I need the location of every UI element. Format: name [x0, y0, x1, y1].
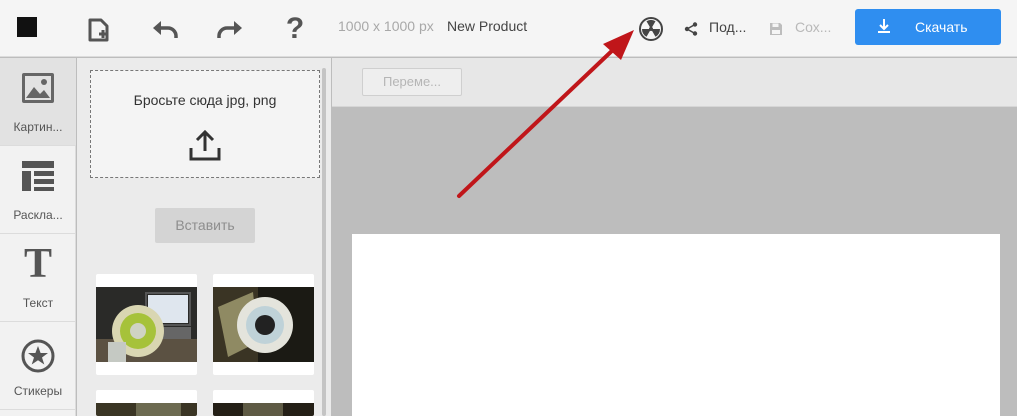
help-icon[interactable]: ? — [280, 0, 310, 57]
redo-icon[interactable] — [213, 0, 247, 57]
panel-scrollbar[interactable] — [322, 68, 326, 416]
dropzone-text: Бросьте сюда jpg, png — [133, 92, 277, 108]
save-disk-icon[interactable] — [768, 0, 784, 57]
text-icon: T — [23, 241, 52, 287]
image-thumbnail[interactable] — [96, 274, 197, 375]
radioactive-icon[interactable] — [636, 0, 666, 57]
tool-images-label: Картин... — [13, 120, 63, 134]
tool-stickers[interactable]: Стикеры — [0, 322, 76, 410]
move-button[interactable]: Переме... — [362, 68, 462, 96]
logo-square-icon[interactable] — [17, 17, 37, 37]
download-label: Скачать — [915, 19, 968, 35]
image-thumbnail[interactable] — [213, 390, 314, 416]
share-button[interactable]: Под... — [709, 19, 746, 35]
image-thumbnail[interactable] — [96, 390, 197, 416]
tool-images[interactable]: Картин... — [0, 58, 76, 146]
tool-stickers-label: Стикеры — [13, 384, 63, 398]
image-thumbnail[interactable] — [213, 274, 314, 375]
canvas-size-label: 1000 x 1000 px — [338, 18, 434, 34]
share-icon[interactable] — [683, 0, 699, 57]
upload-dropzone[interactable]: Бросьте сюда jpg, png — [90, 70, 320, 178]
sticker-icon — [0, 338, 76, 374]
tool-text-label: Текст — [22, 296, 54, 310]
top-toolbar: ? 1000 x 1000 px New Product Под... Сох.… — [0, 0, 1017, 57]
upload-icon — [188, 129, 222, 167]
add-page-icon[interactable] — [84, 0, 116, 57]
tool-layouts-label: Раскла... — [13, 208, 63, 222]
image-icon — [0, 70, 76, 106]
undo-icon[interactable] — [148, 0, 182, 57]
design-page[interactable] — [352, 234, 1000, 416]
tool-layouts[interactable]: Раскла... — [0, 146, 76, 234]
download-button[interactable]: Скачать — [855, 9, 1001, 45]
layout-icon — [0, 158, 76, 194]
product-name[interactable]: New Product — [447, 18, 527, 34]
download-icon — [877, 18, 891, 37]
save-button[interactable]: Сох... — [795, 19, 831, 35]
insert-button[interactable]: Вставить — [155, 208, 255, 243]
tool-text[interactable]: T Текст — [0, 234, 76, 322]
tool-sidebar: Картин... Раскла... T Текст Стикеры — [0, 58, 76, 416]
